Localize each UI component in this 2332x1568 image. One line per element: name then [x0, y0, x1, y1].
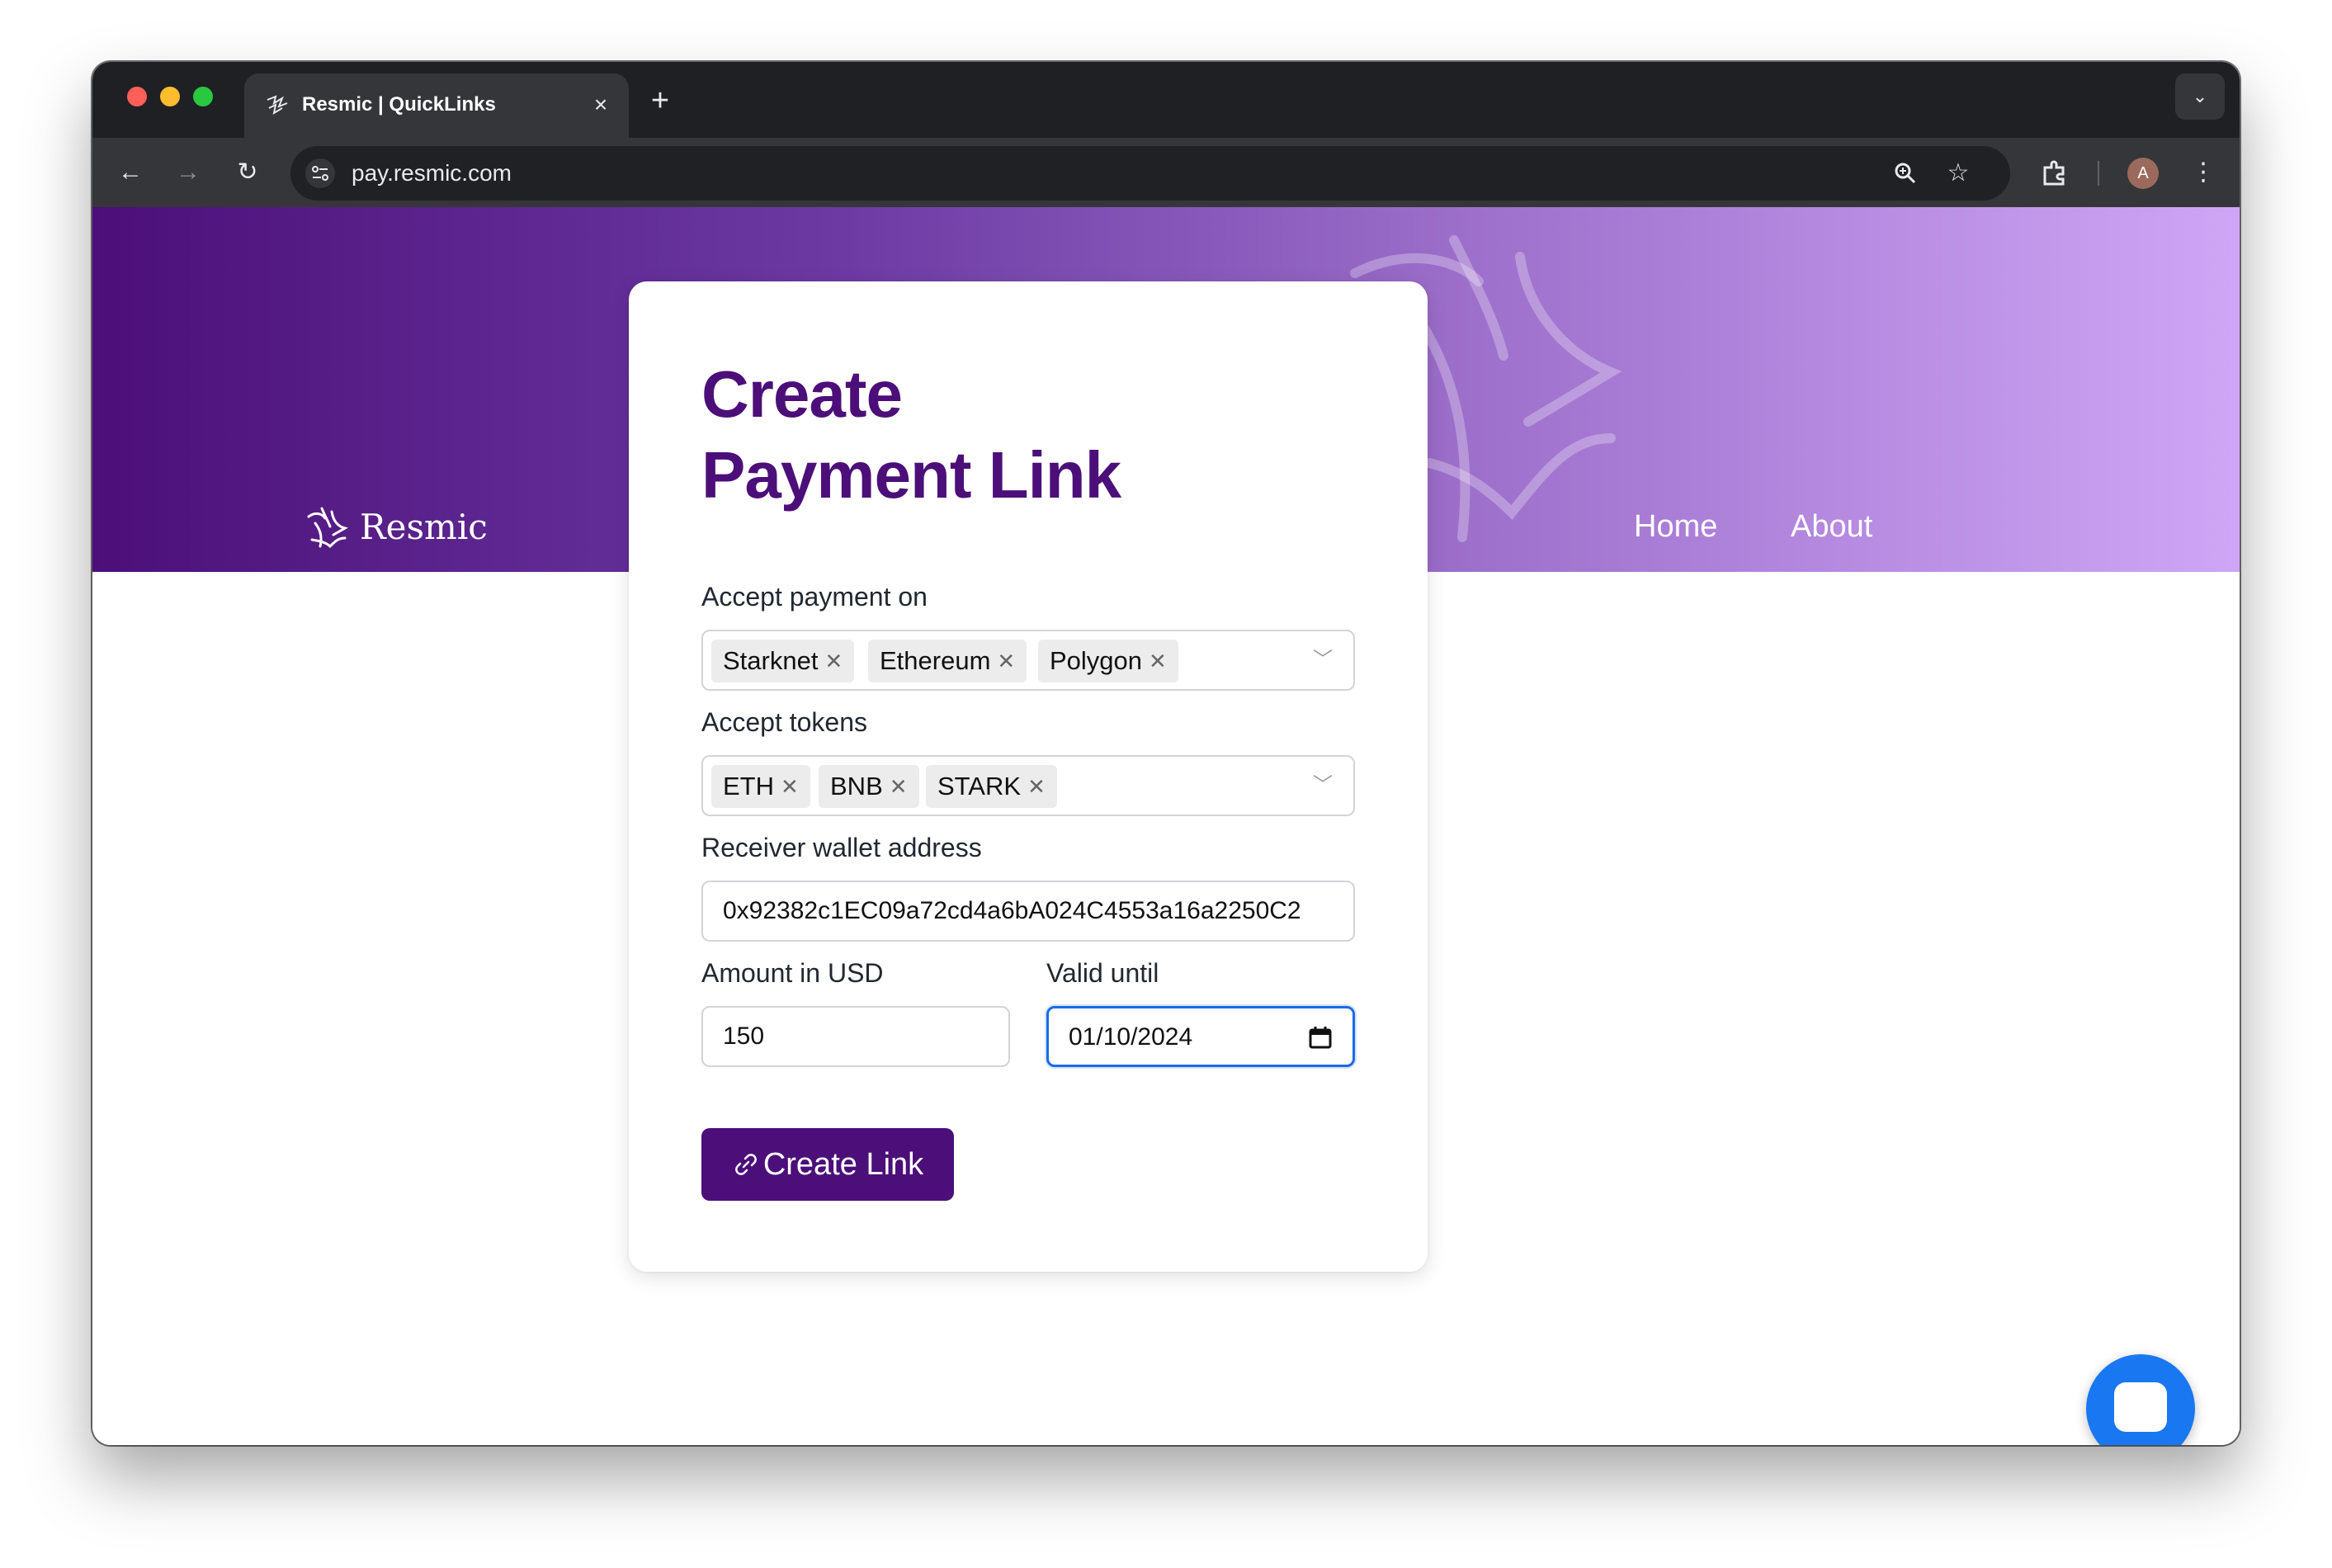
- token-chip[interactable]: STARK ✕: [926, 765, 1057, 808]
- chevron-down-icon[interactable]: ﹀: [1310, 648, 1335, 673]
- reload-icon[interactable]: ↻: [231, 156, 264, 189]
- address-bar[interactable]: pay.resmic.com ☆: [290, 146, 2010, 201]
- kebab-menu-icon[interactable]: ⋮: [2187, 156, 2220, 189]
- minimize-window-button[interactable]: [160, 87, 180, 106]
- token-chip[interactable]: ETH ✕: [711, 765, 810, 808]
- tokens-multiselect[interactable]: ETH ✕ BNB ✕ STARK ✕ ﹀: [701, 755, 1355, 816]
- token-chip[interactable]: BNB ✕: [819, 765, 919, 808]
- payment-link-card: Create Payment Link Accept payment on St…: [629, 281, 1428, 1272]
- page-title-line-1: Create: [701, 357, 903, 431]
- nav-about-link[interactable]: About: [1791, 509, 1872, 545]
- new-tab-icon[interactable]: +: [645, 85, 675, 116]
- tab-title: Resmic | QuickLinks: [302, 93, 496, 116]
- nav-home-link[interactable]: Home: [1634, 509, 1717, 545]
- amount-label: Amount in USD: [701, 958, 884, 988]
- remove-chip-icon[interactable]: ✕: [781, 776, 799, 797]
- wallet-label: Receiver wallet address: [701, 833, 982, 862]
- link-icon: [734, 1154, 757, 1175]
- site-info-icon[interactable]: [305, 158, 335, 188]
- bookmark-star-icon[interactable]: ☆: [1944, 159, 1972, 187]
- maximize-window-button[interactable]: [193, 87, 213, 106]
- toolbar-divider: [2098, 161, 2099, 186]
- calendar-icon[interactable]: [1308, 1025, 1333, 1050]
- network-chip[interactable]: Starknet ✕: [711, 640, 855, 682]
- valid-until-date-input[interactable]: 01/10/2024: [1046, 1006, 1355, 1067]
- tab-close-icon[interactable]: ×: [588, 92, 614, 118]
- token-chip-label: BNB: [830, 772, 883, 801]
- browser-tab[interactable]: Resmic | QuickLinks ×: [244, 73, 629, 138]
- token-chip-label: ETH: [723, 772, 774, 801]
- remove-chip-icon[interactable]: ✕: [1149, 650, 1167, 672]
- browser-window: Resmic | QuickLinks × + ⌄ ← → ↻ pay.resm…: [92, 62, 2240, 1445]
- resmic-favicon-icon: [267, 95, 288, 116]
- browser-toolbar: ← → ↻ pay.resmic.com ☆ A ⋮: [92, 138, 2240, 207]
- remove-chip-icon[interactable]: ✕: [890, 776, 908, 797]
- network-chip[interactable]: Ethereum ✕: [868, 640, 1027, 682]
- page-viewport: Resmic Home About Create Payment Link Ac…: [92, 207, 2240, 1445]
- network-chip-label: Polygon: [1050, 646, 1143, 675]
- network-chip-label: Starknet: [723, 646, 819, 675]
- networks-label: Accept payment on: [701, 582, 928, 612]
- forward-arrow-icon[interactable]: →: [172, 156, 205, 189]
- remove-chip-icon[interactable]: ✕: [997, 650, 1015, 672]
- network-chip-label: Ethereum: [880, 646, 991, 675]
- remove-chip-icon[interactable]: ✕: [1027, 776, 1046, 797]
- close-window-button[interactable]: [127, 87, 147, 106]
- create-link-label: Create Link: [762, 1146, 924, 1182]
- url-text: pay.resmic.com: [352, 160, 512, 186]
- back-arrow-icon[interactable]: ←: [114, 156, 147, 189]
- brand-name: Resmic: [360, 506, 488, 547]
- chevron-down-icon[interactable]: ﹀: [1310, 773, 1335, 798]
- page-title: Create Payment Link: [701, 354, 1121, 516]
- resmic-logo-icon: [307, 507, 348, 549]
- token-chip-label: STARK: [937, 772, 1022, 801]
- create-link-button[interactable]: Create Link: [701, 1128, 954, 1201]
- network-chip[interactable]: Polygon ✕: [1038, 640, 1178, 682]
- networks-multiselect[interactable]: Starknet ✕ Ethereum ✕ Polygon ✕ ﹀: [701, 630, 1355, 691]
- valid-until-value: 01/10/2024: [1069, 1023, 1193, 1051]
- profile-avatar[interactable]: A: [2127, 158, 2159, 189]
- brand-logo[interactable]: Resmic: [304, 503, 488, 550]
- tokens-label: Accept tokens: [701, 707, 867, 737]
- chat-bubble-icon: [2114, 1382, 2167, 1432]
- page-title-line-2: Payment Link: [701, 438, 1121, 512]
- valid-until-label: Valid until: [1046, 958, 1159, 988]
- extensions-puzzle-icon[interactable]: [2038, 156, 2071, 189]
- chat-launcher-button[interactable]: [2086, 1354, 2195, 1445]
- browser-titlebar: Resmic | QuickLinks × + ⌄: [92, 62, 2240, 138]
- zoom-icon[interactable]: [1891, 159, 1919, 187]
- tab-search-chevron-icon[interactable]: ⌄: [2175, 73, 2225, 120]
- wallet-address-input[interactable]: 0x92382c1EC09a72cd4a6bA024C4553a16a2250C…: [701, 881, 1355, 942]
- amount-input[interactable]: 150: [701, 1006, 1010, 1067]
- remove-chip-icon[interactable]: ✕: [824, 650, 843, 672]
